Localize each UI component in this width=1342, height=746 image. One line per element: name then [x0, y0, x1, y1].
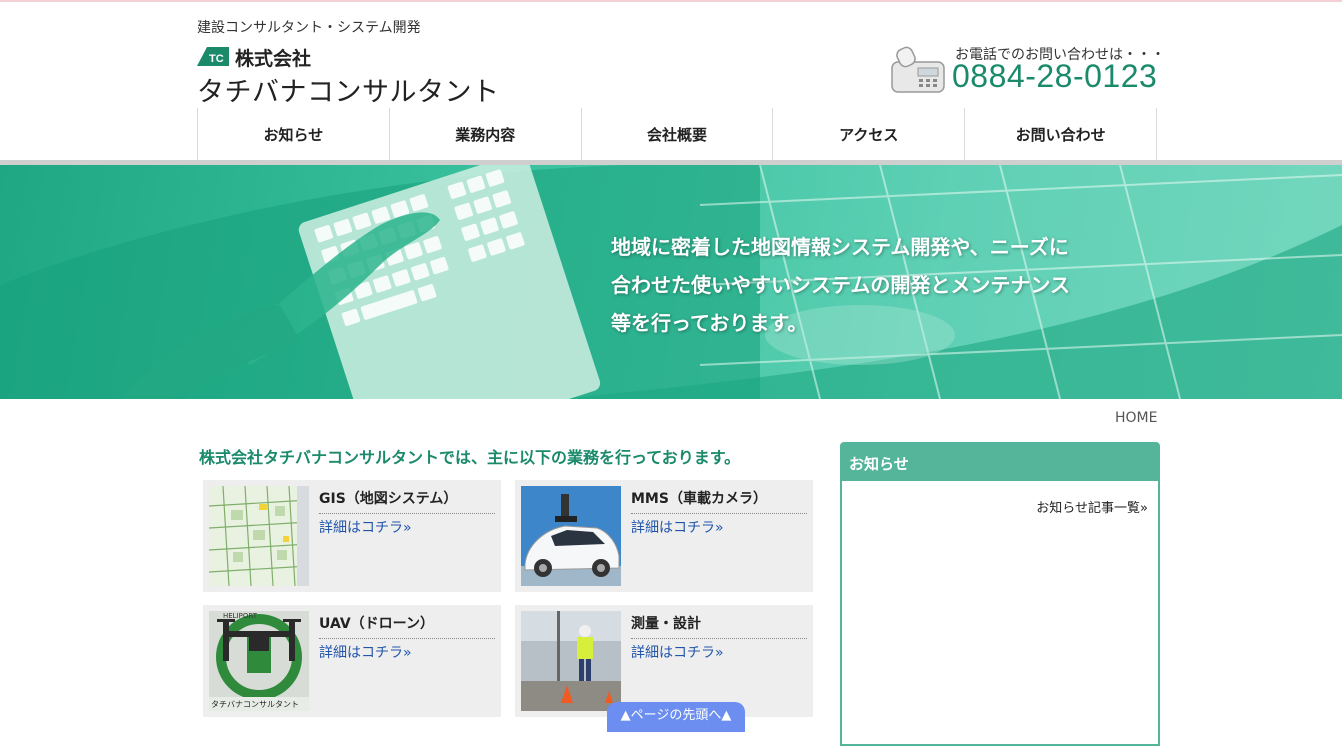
news-panel-title: お知らせ	[849, 455, 909, 473]
service-card-uav[interactable]: HELIPORT タチバナコンサルタント UAV（ドローン） 詳細はコチラ»	[203, 605, 501, 717]
nav-item-access[interactable]: アクセス	[772, 108, 964, 160]
breadcrumb-home[interactable]: HOME	[1115, 410, 1157, 426]
service-card-survey[interactable]: 測量・設計 詳細はコチラ»	[515, 605, 813, 717]
main-nav: お知らせ 業務内容 会社概要 アクセス お問い合わせ	[197, 108, 1157, 160]
svg-text:TC: TC	[209, 53, 224, 65]
phone-number[interactable]: 0884-28-0123	[952, 58, 1157, 95]
uav-drone-image: HELIPORT タチバナコンサルタント	[209, 611, 309, 711]
news-list-link[interactable]: お知らせ記事一覧»	[1036, 497, 1148, 516]
site-tagline: 建設コンサルタント・システム開発	[197, 20, 421, 36]
nav-item-services[interactable]: 業務内容	[388, 108, 581, 160]
hero-message: 地域に密着した地図情報システム開発や、ニーズに 合わせた使いやすいシステムの開発…	[611, 228, 1131, 342]
nav-item-contact[interactable]: お問い合わせ	[964, 108, 1157, 160]
logo-mark-icon: TC	[197, 47, 229, 66]
svg-text:タチバナコンサルタント: タチバナコンサルタント	[211, 700, 299, 709]
service-title-mms: MMS（車載カメラ）	[631, 488, 807, 514]
gis-map-image	[209, 486, 309, 586]
news-panel-header: お知らせ	[842, 444, 1158, 481]
survey-worker-image	[521, 611, 621, 711]
hero-line-3: 等を行っております。	[611, 311, 808, 335]
services-intro: 株式会社タチバナコンサルタントでは、主に以下の業務を行っております。	[199, 448, 741, 467]
hero-line-1: 地域に密着した地図情報システム開発や、ニーズに	[611, 235, 1069, 259]
mms-car-image	[521, 486, 621, 586]
logo-company-name: タチバナコンサルタント	[197, 77, 500, 108]
nav-item-company[interactable]: 会社概要	[580, 108, 773, 160]
service-link-mms[interactable]: 詳細はコチラ»	[631, 517, 724, 537]
hero-line-2: 合わせた使いやすいシステムの開発とメンテナンス	[611, 273, 1070, 297]
service-title-survey: 測量・設計	[631, 613, 807, 639]
news-panel: お知らせ お知らせ記事一覧»	[840, 442, 1160, 746]
hero-banner: 地域に密着した地図情報システム開発や、ニーズに 合わせた使いやすいシステムの開発…	[0, 165, 1342, 399]
nav-item-news[interactable]: お知らせ	[197, 108, 389, 160]
svg-text:HELIPORT: HELIPORT	[223, 612, 258, 620]
service-link-uav[interactable]: 詳細はコチラ»	[319, 642, 412, 662]
service-card-gis[interactable]: GIS（地図システム） 詳細はコチラ»	[203, 480, 501, 592]
telephone-icon	[891, 46, 945, 93]
top-accent-line	[0, 0, 1342, 2]
service-card-mms[interactable]: MMS（車載カメラ） 詳細はコチラ»	[515, 480, 813, 592]
service-title-uav: UAV（ドローン）	[319, 613, 495, 639]
logo-company-type: 株式会社	[235, 48, 312, 70]
service-link-survey[interactable]: 詳細はコチラ»	[631, 642, 724, 662]
service-title-gis: GIS（地図システム）	[319, 488, 495, 514]
service-link-gis[interactable]: 詳細はコチラ»	[319, 517, 412, 537]
